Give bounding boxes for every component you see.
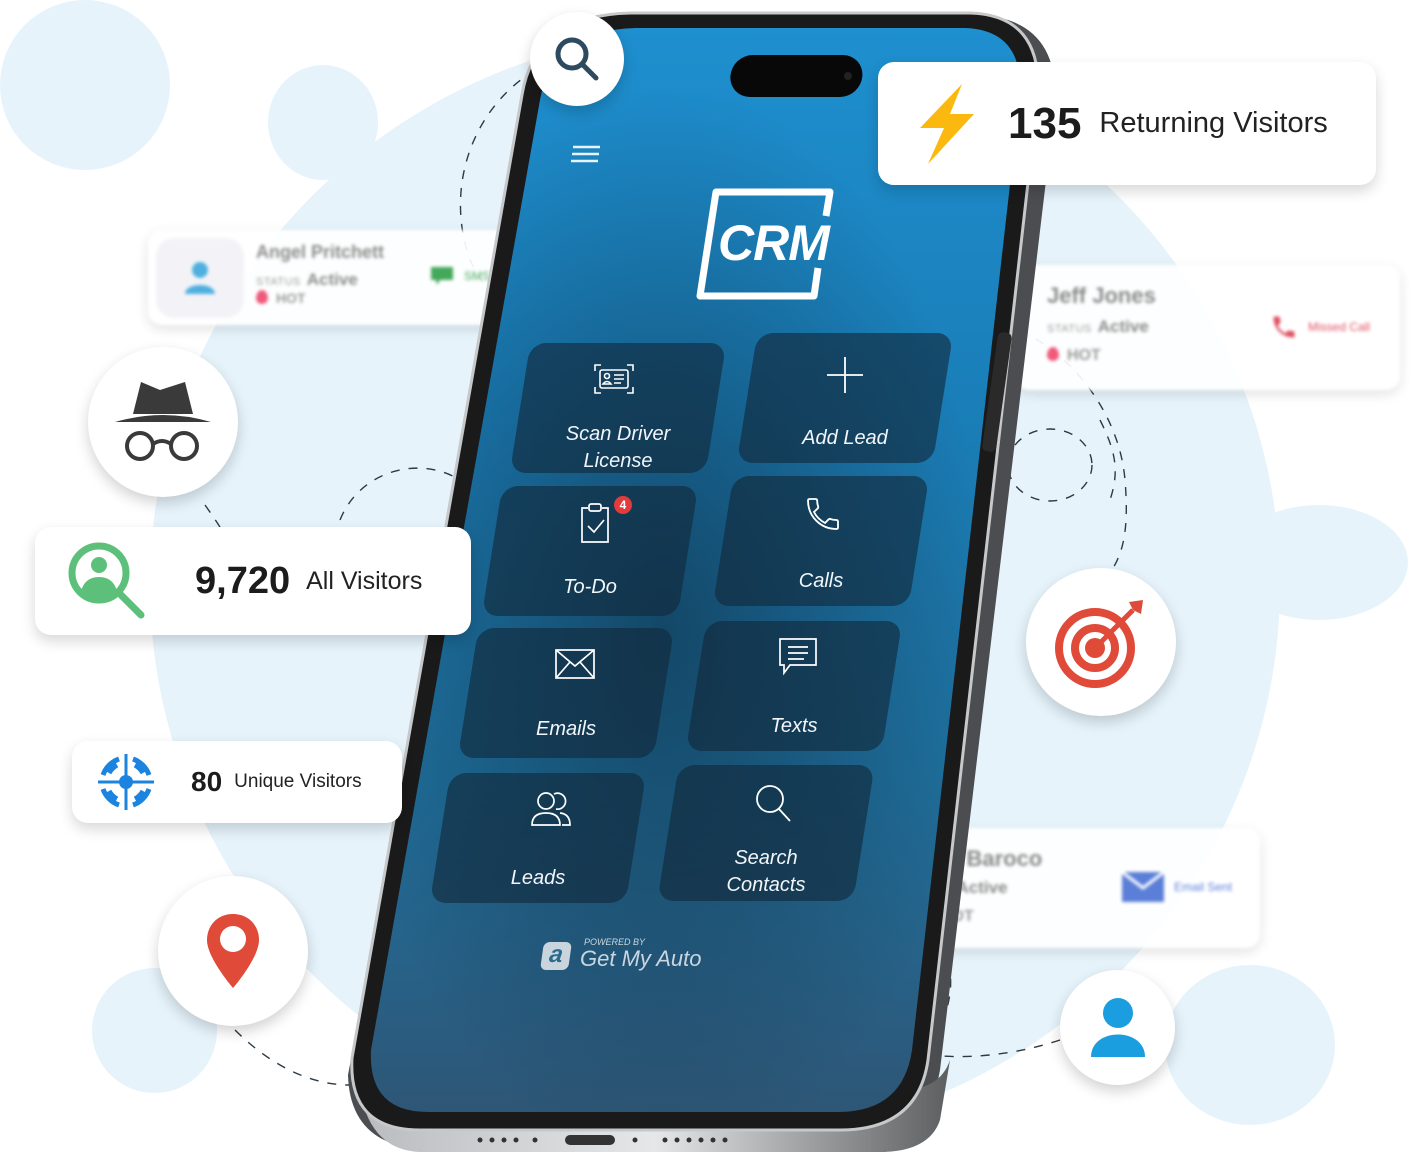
lead-name: Jeff Jones bbox=[1047, 283, 1156, 308]
phone-icon bbox=[807, 498, 839, 530]
lead-action: Missed Call bbox=[1270, 313, 1370, 341]
search-icon bbox=[756, 785, 791, 822]
unique-visitors-label: Unique Visitors bbox=[234, 771, 362, 792]
tile-label: Search Contacts bbox=[726, 847, 806, 896]
hamburger-menu-icon[interactable] bbox=[570, 144, 600, 166]
location-badge bbox=[158, 876, 308, 1026]
returning-visitors-count: 135 bbox=[1008, 98, 1082, 148]
user-icon bbox=[185, 262, 215, 294]
background-blob bbox=[1165, 965, 1335, 1125]
search-icon bbox=[555, 37, 599, 81]
target-badge bbox=[1026, 568, 1176, 716]
incognito-badge bbox=[88, 347, 238, 497]
clipboard-check-icon bbox=[581, 503, 609, 543]
tile-calls[interactable]: Calls bbox=[712, 476, 930, 606]
user-search-icon bbox=[68, 542, 145, 619]
message-icon bbox=[779, 638, 817, 676]
stat-card-unique-visitors: 80 Unique Visitors bbox=[72, 741, 402, 823]
incognito-icon bbox=[115, 382, 211, 461]
tile-label: Leads bbox=[510, 867, 566, 889]
brand-name: Get My Auto bbox=[580, 946, 702, 971]
unique-visitors-count: 80 bbox=[191, 766, 223, 797]
tile-label: Calls bbox=[798, 570, 844, 592]
tile-label: To-Do bbox=[563, 576, 617, 598]
id-card-scan-icon bbox=[594, 364, 634, 394]
plus-icon bbox=[827, 357, 863, 393]
tile-emails[interactable]: Emails bbox=[457, 628, 675, 758]
tile-add-lead[interactable]: Add Lead bbox=[736, 333, 954, 463]
tile-search-contacts[interactable]: Search Contacts bbox=[657, 765, 875, 901]
get-my-auto-logo-icon: a bbox=[540, 941, 572, 970]
tile-texts[interactable]: Texts bbox=[685, 621, 903, 751]
tile-to-do[interactable]: 4 To-Do bbox=[481, 486, 699, 616]
phone-icon bbox=[1273, 316, 1295, 338]
crm-logo: CRM bbox=[694, 186, 844, 304]
tile-label: Texts bbox=[770, 715, 818, 737]
crosshair-icon bbox=[98, 754, 154, 810]
lead-action: Email Sent bbox=[1122, 872, 1232, 902]
all-visitors-count: 9,720 bbox=[195, 559, 291, 602]
returning-visitors-label: Returning Visitors bbox=[1099, 107, 1328, 139]
todo-count-badge: 4 bbox=[614, 496, 632, 514]
tile-label: Scan Driver License bbox=[565, 423, 671, 472]
lead-card: Jeff Jones STATUS Active HOT Missed Call bbox=[1015, 265, 1400, 390]
target-icon bbox=[1055, 600, 1143, 688]
user-icon bbox=[1090, 997, 1145, 1057]
lead-avatar bbox=[156, 238, 244, 318]
user-badge bbox=[1060, 970, 1175, 1085]
background-blob bbox=[0, 0, 170, 170]
tile-label: Add Lead bbox=[802, 427, 888, 449]
search-badge bbox=[530, 12, 624, 106]
users-icon bbox=[531, 792, 571, 826]
lightning-bolt-icon bbox=[920, 83, 974, 164]
background-blob bbox=[1230, 505, 1408, 620]
lead-status: STATUS Active bbox=[1047, 317, 1149, 336]
powered-by-brand: a POWERED BY Get My Auto bbox=[540, 937, 712, 977]
tile-scan-driver-license[interactable]: Scan Driver License bbox=[509, 343, 727, 473]
stat-card-returning-visitors: 135 Returning Visitors bbox=[878, 62, 1376, 185]
tile-leads[interactable]: Leads bbox=[429, 773, 647, 903]
stat-card-all-visitors: 9,720 All Visitors bbox=[35, 527, 471, 635]
location-pin-icon bbox=[207, 914, 259, 988]
all-visitors-label: All Visitors bbox=[306, 566, 423, 595]
lead-temperature: HOT bbox=[256, 290, 306, 306]
envelope-icon bbox=[1122, 872, 1164, 902]
tile-label: Emails bbox=[535, 718, 596, 740]
crm-logo-text: CRM bbox=[718, 215, 830, 271]
envelope-icon bbox=[555, 649, 595, 679]
